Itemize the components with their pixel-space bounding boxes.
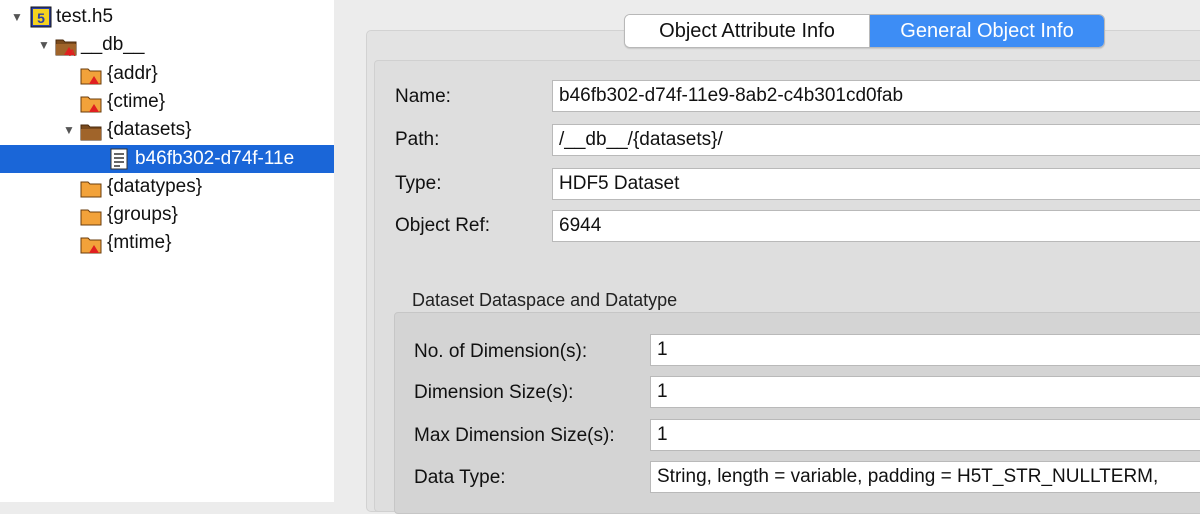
object-ref-label: Object Ref:: [395, 215, 491, 236]
type-field[interactable]: HDF5 Dataset: [552, 168, 1200, 200]
tab-bar: Object Attribute Info General Object Inf…: [624, 14, 1105, 48]
num-dimensions-field[interactable]: 1: [650, 334, 1200, 366]
folder-icon: [80, 209, 102, 226]
folder-attribute-icon: [80, 68, 102, 85]
tree-node-ctime[interactable]: {ctime}: [0, 88, 334, 116]
tree-label-datatypes: {datatypes}: [107, 176, 203, 197]
data-type-label: Data Type:: [414, 467, 506, 488]
name-label: Name:: [395, 86, 451, 107]
num-dimensions-label: No. of Dimension(s):: [414, 341, 588, 362]
tree-label-groups: {groups}: [107, 204, 178, 225]
tree-node-dataset-selected[interactable]: b46fb302-d74f-11e: [0, 145, 334, 173]
dataspace-group-title: Dataset Dataspace and Datatype: [412, 290, 678, 310]
object-tree[interactable]: ▼ 5 test.h5 ▼ A __db__ {addr} {ctime} ▼ …: [0, 0, 335, 502]
svg-text:A: A: [69, 48, 76, 57]
max-dimension-sizes-field[interactable]: 1: [650, 419, 1200, 451]
path-field[interactable]: /__db__/{datasets}/: [552, 124, 1200, 156]
folder-open-icon: [80, 124, 102, 141]
tree-node-datasets[interactable]: ▼ {datasets}: [0, 116, 334, 144]
tree-node-root[interactable]: ▼ 5 test.h5: [0, 3, 334, 31]
tree-label-addr: {addr}: [107, 63, 158, 84]
tab-general-object-info[interactable]: General Object Info: [870, 15, 1104, 47]
expand-triangle-icon[interactable]: ▼: [62, 123, 76, 137]
splitter[interactable]: [334, 0, 364, 502]
type-label: Type:: [395, 173, 442, 194]
tree-node-mtime[interactable]: {mtime}: [0, 229, 334, 257]
dimension-sizes-label: Dimension Size(s):: [414, 382, 574, 403]
expand-triangle-icon[interactable]: ▼: [37, 38, 51, 52]
folder-attribute-icon: [80, 237, 102, 254]
name-field[interactable]: b46fb302-d74f-11e9-8ab2-c4b301cd0fab: [552, 80, 1200, 112]
tree-label-datasets: {datasets}: [107, 119, 192, 140]
tree-node-datatypes[interactable]: {datatypes}: [0, 173, 334, 201]
folder-icon: [80, 181, 102, 198]
tree-node-groups[interactable]: {groups}: [0, 201, 334, 229]
data-type-field[interactable]: String, length = variable, padding = H5T…: [650, 461, 1200, 493]
hdf5-file-icon: 5: [30, 6, 52, 28]
tree-label-mtime: {mtime}: [107, 232, 172, 253]
expand-triangle-icon[interactable]: ▼: [10, 10, 24, 24]
tree-label-ctime: {ctime}: [107, 91, 166, 112]
folder-attribute-icon: A: [55, 39, 77, 57]
tree-label-dataset: b46fb302-d74f-11e: [135, 148, 295, 169]
tab-object-attribute-info[interactable]: Object Attribute Info: [625, 15, 870, 47]
dataset-icon: [110, 148, 128, 170]
object-ref-field[interactable]: 6944: [552, 210, 1200, 242]
svg-text:5: 5: [37, 10, 45, 26]
dimension-sizes-field[interactable]: 1: [650, 376, 1200, 408]
tree-node-addr[interactable]: {addr}: [0, 60, 334, 88]
path-label: Path:: [395, 129, 440, 150]
tree-node-db[interactable]: ▼ A __db__: [0, 31, 334, 59]
tree-label-root: test.h5: [56, 6, 114, 27]
max-dimension-sizes-label: Max Dimension Size(s):: [414, 425, 615, 446]
tree-label-db: __db__: [81, 34, 145, 55]
folder-attribute-icon: [80, 96, 102, 113]
